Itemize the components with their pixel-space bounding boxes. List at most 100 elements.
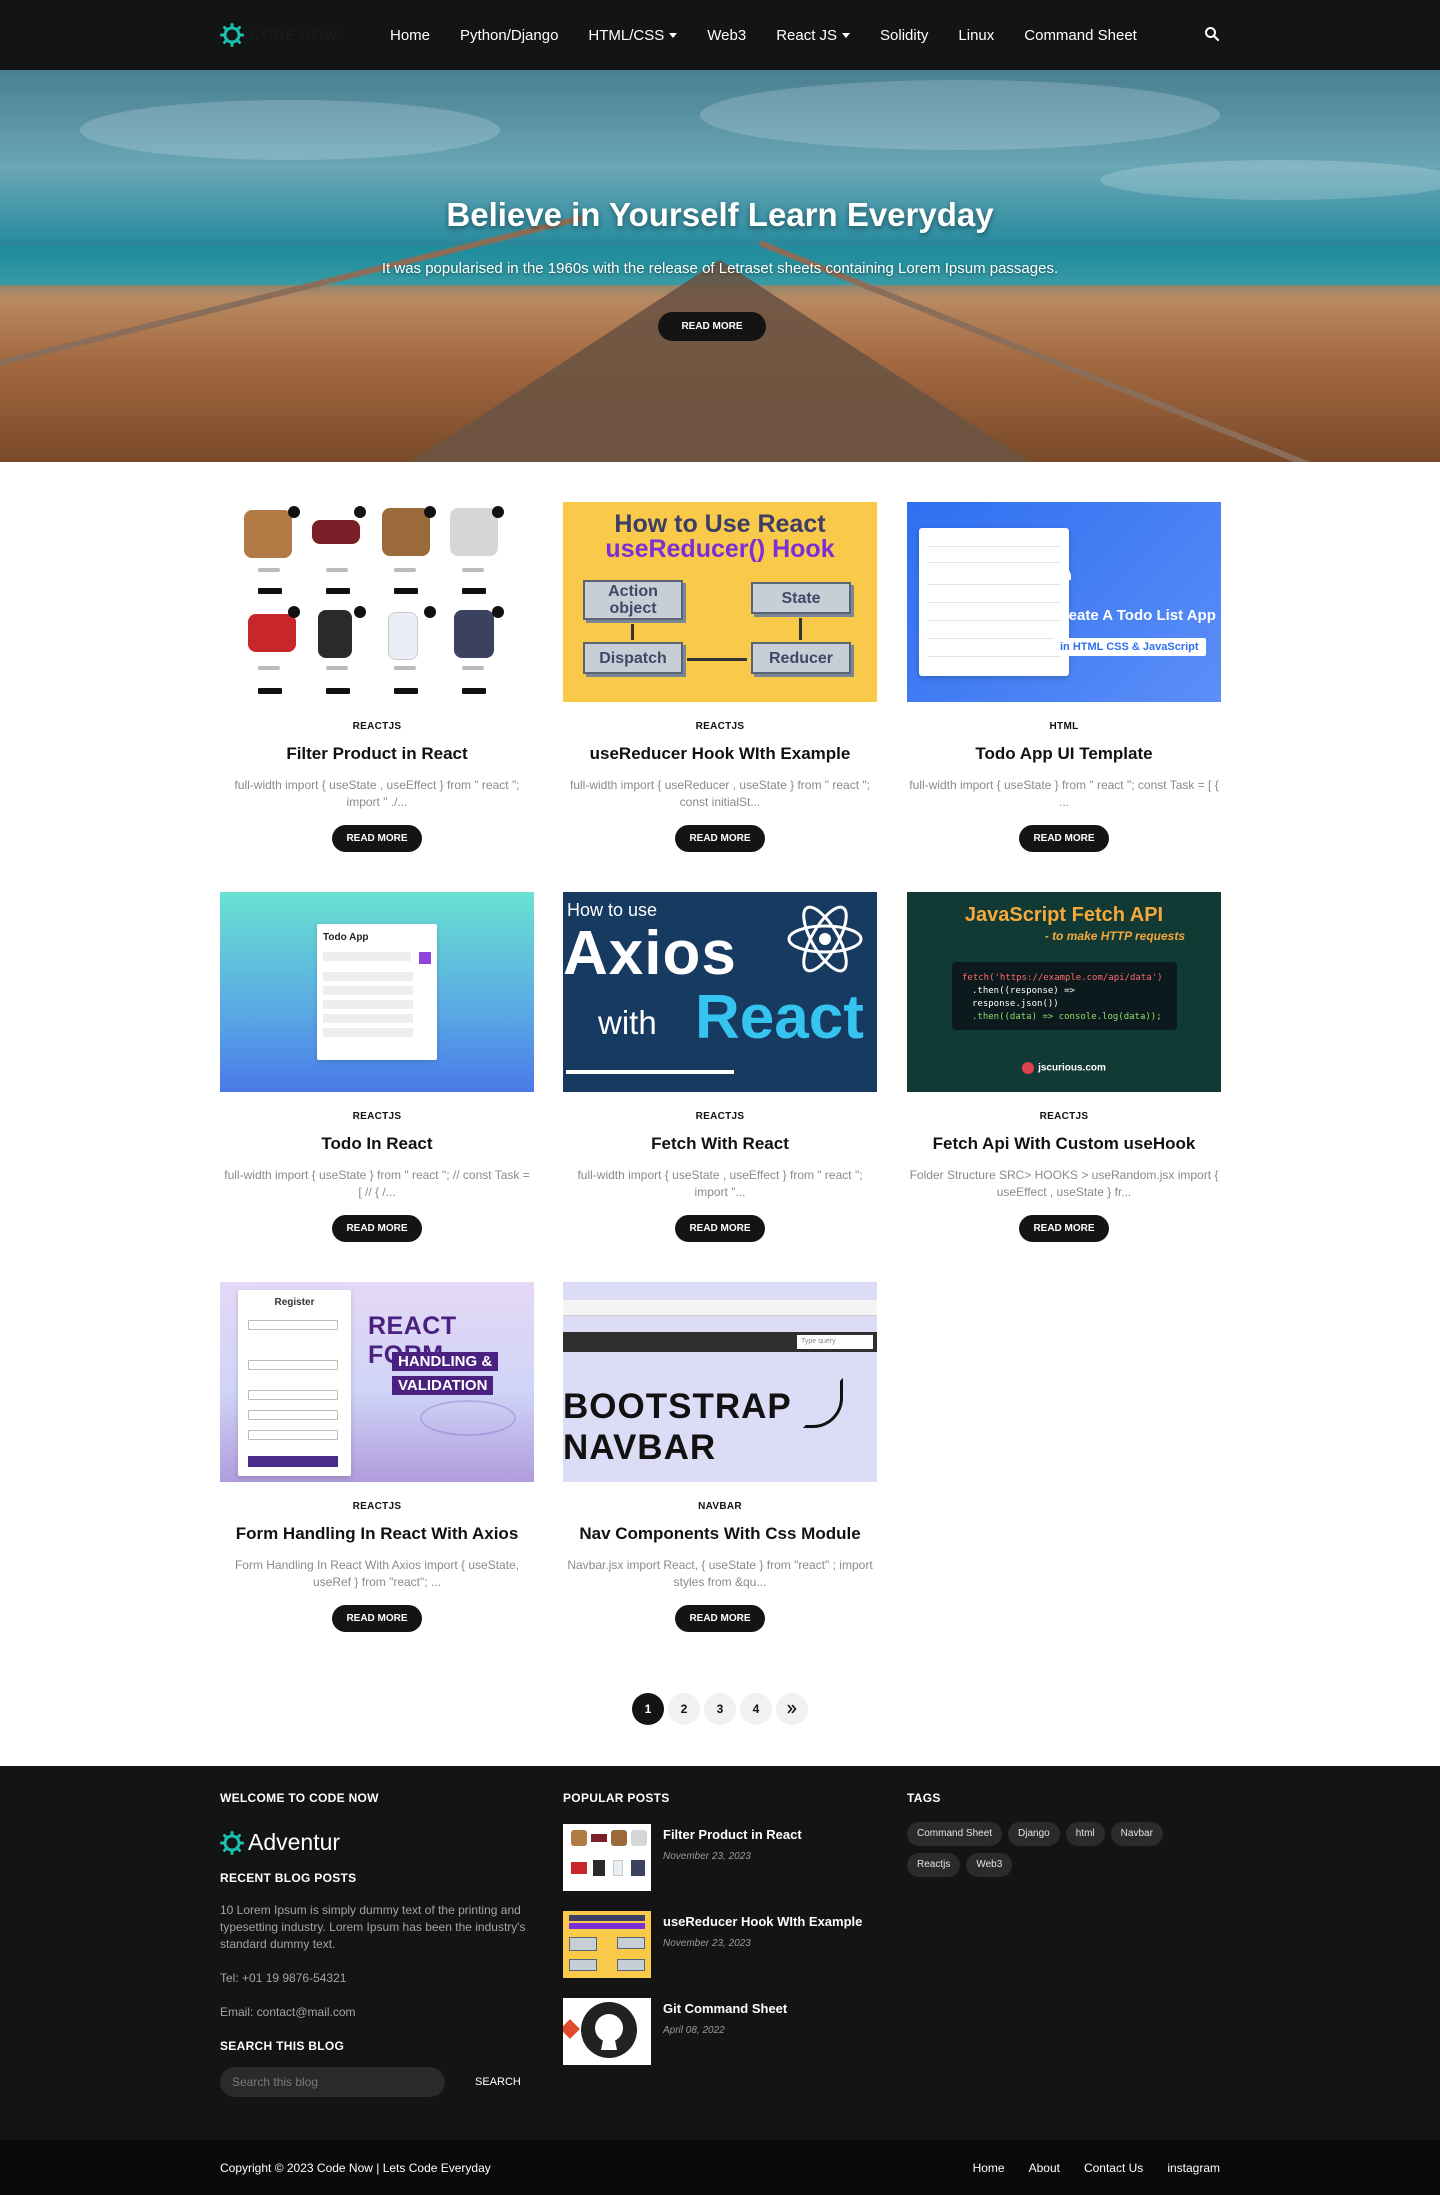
read-more-button[interactable]: READ MORE — [1019, 1215, 1109, 1242]
post-title[interactable]: Fetch Api With Custom useHook — [907, 1134, 1221, 1154]
read-more-button[interactable]: READ MORE — [1019, 825, 1109, 852]
post-thumbnail[interactable]: How to Use React useReducer() Hook Action… — [563, 502, 877, 702]
thumb-row — [323, 1000, 413, 1009]
product-badge — [288, 506, 300, 518]
read-more-button[interactable]: READ MORE — [675, 1215, 765, 1242]
code-line: fetch('https://example.com/api/data') — [962, 973, 1163, 983]
page-button[interactable]: 2 — [668, 1693, 700, 1725]
post-thumbnail[interactable]: Create A Todo List App in HTML CSS & Jav… — [907, 502, 1221, 702]
post-thumbnail[interactable]: How to use Axios with React — [563, 892, 877, 1092]
popular-post-meta: useReducer Hook WIth Example November 23… — [663, 1911, 862, 1978]
post-category[interactable]: REACTJS — [220, 721, 534, 732]
product-badge — [492, 606, 504, 618]
post-title[interactable]: Todo In React — [220, 1134, 534, 1154]
popular-post-title[interactable]: useReducer Hook WIth Example — [663, 1914, 862, 1929]
tag-chip[interactable]: html — [1065, 1822, 1105, 1846]
product-label — [258, 666, 280, 670]
react-atom-icon — [420, 1400, 516, 1436]
footer-search-input[interactable]: Search this blog — [220, 2067, 445, 2097]
page-button[interactable]: 1 — [632, 1693, 664, 1725]
popular-post-title[interactable]: Filter Product in React — [663, 1827, 802, 1842]
footer-brand[interactable]: Adventur — [220, 1829, 540, 1856]
read-more-button[interactable]: READ MORE — [332, 1215, 422, 1242]
nav-item-html-css[interactable]: HTML/CSS — [588, 27, 678, 44]
main-menu: Home Python/Django HTML/CSS Web3 React J… — [390, 27, 1167, 44]
plus-icon — [419, 952, 431, 964]
post-category[interactable]: NAVBAR — [563, 1501, 877, 1512]
read-more-button[interactable]: READ MORE — [675, 825, 765, 852]
bottom-link-instagram[interactable]: instagram — [1167, 2161, 1220, 2175]
product-image — [244, 510, 292, 558]
hero-read-more-button[interactable]: READ MORE — [658, 312, 766, 341]
caret-down-icon — [842, 32, 851, 38]
post-category[interactable]: REACTJS — [220, 1501, 534, 1512]
popular-post-meta: Filter Product in React November 23, 202… — [663, 1824, 802, 1891]
thumb-heading-line: useReducer() Hook — [605, 535, 835, 563]
post-title[interactable]: Todo App UI Template — [907, 744, 1221, 764]
thumb-row — [323, 1014, 413, 1023]
thumb-form-panel: Register — [238, 1290, 351, 1476]
post-category[interactable]: REACTJS — [220, 1111, 534, 1122]
footer-phone: Tel: +01 19 9876-54321 — [220, 1971, 347, 1985]
tag-chip[interactable]: Reactjs — [907, 1853, 961, 1877]
post-thumbnail[interactable]: Register REACT FORM HANDLING & VALIDATIO… — [220, 1282, 534, 1482]
post-title[interactable]: useReducer Hook WIth Example — [563, 744, 877, 764]
page-button[interactable]: 4 — [740, 1693, 772, 1725]
post-category[interactable]: HTML — [907, 721, 1221, 732]
add-to-cart-button — [462, 588, 486, 594]
tag-chip[interactable]: Django — [1008, 1822, 1060, 1846]
tag-chip[interactable]: Command Sheet — [907, 1822, 1003, 1846]
thumb-input — [248, 1390, 338, 1400]
post-card: Create A Todo List App in HTML CSS & Jav… — [907, 502, 1221, 852]
popular-post-title[interactable]: Git Command Sheet — [663, 2001, 787, 2016]
popular-post-thumbnail — [563, 1824, 651, 1891]
nav-item-react-js[interactable]: React JS — [776, 27, 851, 44]
nav-item-web3[interactable]: Web3 — [707, 27, 746, 44]
bottom-link-about[interactable]: About — [1029, 2161, 1060, 2175]
popular-post[interactable]: Git Command Sheet April 08, 2022 — [563, 1998, 883, 2065]
thumb-chip: VALIDATION — [392, 1376, 494, 1395]
tag-cloud: Command Sheet Django html Navbar Reactjs… — [907, 1822, 1207, 1884]
post-category[interactable]: REACTJS — [907, 1111, 1221, 1122]
post-thumbnail[interactable]: Type query BOOTSTRAP NAVBAR — [563, 1282, 877, 1482]
copyright-text: Copyright © 2023 Code Now | Lets Code Ev… — [220, 2161, 491, 2175]
bottom-link-contact[interactable]: Contact Us — [1084, 2161, 1143, 2175]
thumb-row — [927, 538, 1061, 547]
post-thumbnail[interactable] — [220, 502, 534, 702]
product-label — [258, 568, 280, 572]
post-title[interactable]: Filter Product in React — [220, 744, 534, 764]
post-thumbnail[interactable]: Todo App — [220, 892, 534, 1092]
footer-about: WELCOME TO CODE NOW Adventur RECENT BLOG… — [220, 1791, 540, 2097]
tag-chip[interactable]: Navbar — [1110, 1822, 1163, 1846]
github-octocat-icon — [581, 2002, 637, 2058]
thumb-heading: How to Use React useReducer() Hook — [563, 512, 877, 562]
popular-post[interactable]: useReducer Hook WIth Example November 23… — [563, 1911, 883, 1978]
footer-search-button[interactable]: SEARCH — [475, 2076, 521, 2088]
site-logo[interactable]: CODE NOW — [220, 23, 390, 47]
hero-cloud — [700, 80, 1220, 150]
read-more-button[interactable]: READ MORE — [332, 1605, 422, 1632]
nav-item-home[interactable]: Home — [390, 27, 430, 44]
nav-item-solidity[interactable]: Solidity — [880, 27, 928, 44]
next-page-button[interactable] — [776, 1693, 808, 1725]
post-title[interactable]: Nav Components With Css Module — [563, 1524, 877, 1544]
bottom-link-home[interactable]: Home — [973, 2161, 1005, 2175]
post-category[interactable]: REACTJS — [563, 1111, 877, 1122]
thumb-heading: Todo App — [323, 932, 369, 943]
post-excerpt: Navbar.jsx import React, { useState } fr… — [567, 1558, 873, 1589]
nav-item-command-sheet[interactable]: Command Sheet — [1024, 27, 1137, 44]
search-icon[interactable] — [1204, 26, 1220, 42]
post-thumbnail[interactable]: JavaScript Fetch API - to make HTTP requ… — [907, 892, 1221, 1092]
popular-post[interactable]: Filter Product in React November 23, 202… — [563, 1824, 883, 1891]
read-more-button[interactable]: READ MORE — [675, 1605, 765, 1632]
post-title[interactable]: Form Handling In React With Axios — [220, 1524, 534, 1544]
thumb-todo-panel — [919, 528, 1069, 676]
page-button[interactable]: 3 — [704, 1693, 736, 1725]
read-more-button[interactable]: READ MORE — [332, 825, 422, 852]
add-to-cart-button — [462, 688, 486, 694]
nav-item-python-django[interactable]: Python/Django — [460, 27, 558, 44]
tag-chip[interactable]: Web3 — [966, 1853, 1013, 1877]
post-category[interactable]: REACTJS — [563, 721, 877, 732]
nav-item-linux[interactable]: Linux — [958, 27, 994, 44]
post-title[interactable]: Fetch With React — [563, 1134, 877, 1154]
